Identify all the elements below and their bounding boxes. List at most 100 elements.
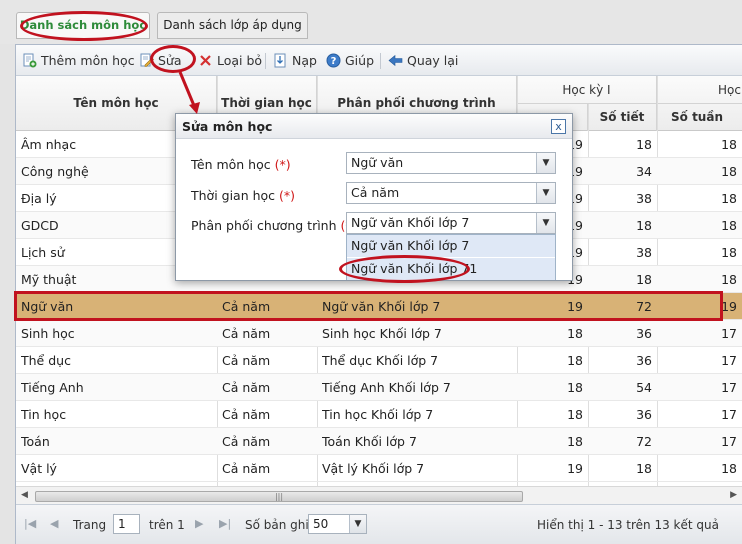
load-button[interactable]: Nạp bbox=[273, 51, 317, 71]
curriculum-value: Ngữ văn Khối lớp 7 bbox=[351, 215, 470, 230]
dialog-title: Sửa môn học bbox=[176, 114, 572, 139]
scrollbar-thumb[interactable]: ||| bbox=[35, 491, 523, 502]
cell-weeks1: 18 bbox=[567, 353, 583, 368]
back-button[interactable]: Quay lại bbox=[388, 51, 458, 71]
curriculum-dropdown-list: Ngữ văn Khối lớp 7 Ngữ văn Khối lớp 71 bbox=[346, 234, 556, 280]
chevron-down-icon[interactable]: ▼ bbox=[349, 515, 366, 533]
toolbar-separator bbox=[265, 53, 266, 69]
page-size-select[interactable]: 50 ▼ bbox=[308, 514, 367, 534]
table-row[interactable]: Toán Cả năm Toán Khối lớp 7 18 72 17 bbox=[16, 428, 742, 455]
cell-plan: Ngữ văn Khối lớp 7 bbox=[322, 299, 441, 314]
cell-weeks1: 18 bbox=[567, 434, 583, 449]
cell-lessons1: 18 bbox=[636, 272, 652, 287]
delete-x-icon bbox=[200, 55, 211, 66]
prev-page-icon[interactable]: ◀ bbox=[50, 517, 58, 530]
back-arrow-icon bbox=[388, 54, 403, 67]
cell-weeks2: 17 bbox=[721, 407, 737, 422]
cell-plan: Tin học Khối lớp 7 bbox=[322, 407, 434, 422]
cell-time: Cả năm bbox=[222, 434, 271, 449]
import-icon bbox=[274, 53, 286, 68]
table-row[interactable]: Tin học Cả năm Tin học Khối lớp 7 18 36 17 bbox=[16, 401, 742, 428]
table-row[interactable]: Tiếng Anh Cả năm Tiếng Anh Khối lớp 7 18 54 1… bbox=[16, 374, 742, 401]
col-weeks2-header[interactable]: Số tuần bbox=[657, 104, 742, 131]
page-total-label: trên 1 bbox=[149, 518, 185, 532]
curriculum-label: Phân phối chương trình (*) bbox=[191, 218, 357, 233]
help-label: Giúp bbox=[345, 53, 375, 68]
curriculum-select[interactable]: Ngữ văn Khối lớp 7 ▼ bbox=[346, 212, 556, 234]
add-subject-button[interactable]: Thêm môn học bbox=[22, 51, 135, 71]
cell-weeks1: 18 bbox=[567, 380, 583, 395]
table-row[interactable]: Thể dục Cả năm Thể dục Khối lớp 7 18 36 17 bbox=[16, 347, 742, 374]
cell-lessons1: 72 bbox=[636, 434, 652, 449]
cell-weeks2: 18 bbox=[721, 461, 737, 476]
dropdown-option[interactable]: Ngữ văn Khối lớp 71 bbox=[347, 258, 555, 280]
edit-subject-dialog: Sửa môn học x Tên môn học (*) Ngữ văn ▼ … bbox=[175, 113, 573, 281]
cell-weeks2: 19 bbox=[721, 299, 737, 314]
cell-weeks2: 18 bbox=[721, 245, 737, 260]
page-label: Trang bbox=[73, 518, 107, 532]
cell-time: Cả năm bbox=[222, 299, 271, 314]
cell-lessons1: 18 bbox=[636, 218, 652, 233]
cell-time: Cả năm bbox=[222, 461, 271, 476]
tab-subject-list[interactable]: Danh sách môn học bbox=[16, 12, 150, 39]
next-page-icon[interactable]: ▶ bbox=[195, 517, 203, 530]
chevron-down-icon[interactable]: ▼ bbox=[536, 213, 555, 233]
semester2-header: Học bbox=[657, 76, 742, 104]
toolbar-separator bbox=[380, 53, 381, 69]
page-size-label: Số bản ghi bbox=[245, 518, 309, 532]
cell-lessons1: 18 bbox=[636, 461, 652, 476]
remove-button[interactable]: Loại bỏ bbox=[198, 51, 262, 71]
table-row[interactable]: Ngữ văn Cả năm Ngữ văn Khối lớp 7 19 72 19 bbox=[16, 293, 742, 320]
cell-weeks2: 17 bbox=[721, 380, 737, 395]
toolbar: Thêm môn học Sửa Loại bỏ Nạp ? Giúp Quay … bbox=[16, 45, 742, 76]
cell-weeks2: 17 bbox=[721, 326, 737, 341]
cell-lessons1: 38 bbox=[636, 191, 652, 206]
cell-subject: Tin học bbox=[21, 407, 67, 422]
cell-plan: Sinh học Khối lớp 7 bbox=[322, 326, 442, 341]
last-page-icon[interactable]: ▶| bbox=[219, 517, 231, 530]
chevron-down-icon[interactable]: ▼ bbox=[536, 183, 555, 203]
cell-lessons1: 34 bbox=[636, 164, 652, 179]
study-time-select[interactable]: Cả năm ▼ bbox=[346, 182, 556, 204]
cell-lessons1: 38 bbox=[636, 245, 652, 260]
help-button[interactable]: ? Giúp bbox=[326, 51, 374, 71]
cell-lessons1: 36 bbox=[636, 326, 652, 341]
cell-subject: Tiếng Anh bbox=[21, 380, 84, 395]
dropdown-option[interactable]: Ngữ văn Khối lớp 7 bbox=[347, 235, 555, 257]
add-document-icon bbox=[23, 53, 37, 68]
cell-weeks2: 17 bbox=[721, 353, 737, 368]
first-page-icon[interactable]: |◀ bbox=[24, 517, 36, 530]
study-time-value: Cả năm bbox=[351, 185, 400, 200]
annotation-arrow bbox=[178, 71, 200, 114]
cell-subject: Vật lý bbox=[21, 461, 57, 476]
chevron-down-icon[interactable]: ▼ bbox=[536, 153, 555, 173]
edit-button[interactable]: Sửa bbox=[139, 51, 182, 71]
study-time-label: Thời gian học (*) bbox=[191, 188, 296, 203]
tab-applied-classes[interactable]: Danh sách lớp áp dụng bbox=[157, 12, 308, 39]
edit-label: Sửa bbox=[158, 53, 182, 68]
semester1-header: Học kỳ I bbox=[517, 76, 657, 104]
cell-plan: Vật lý Khối lớp 7 bbox=[322, 461, 425, 476]
scroll-left-icon[interactable]: ◀ bbox=[21, 490, 28, 500]
back-label: Quay lại bbox=[407, 53, 459, 68]
cell-plan: Thể dục Khối lớp 7 bbox=[322, 353, 439, 368]
cell-time: Cả năm bbox=[222, 353, 271, 368]
edit-document-icon bbox=[140, 53, 154, 67]
load-label: Nạp bbox=[292, 53, 317, 68]
table-row[interactable]: Sinh học Cả năm Sinh học Khối lớp 7 18 36 17 bbox=[16, 320, 742, 347]
cell-time: Cả năm bbox=[222, 326, 271, 341]
svg-text:?: ? bbox=[331, 56, 337, 67]
cell-weeks1: 19 bbox=[567, 299, 583, 314]
cell-lessons1: 18 bbox=[636, 137, 652, 152]
close-icon[interactable]: x bbox=[551, 119, 566, 134]
pagination-bar: |◀ ◀ Trang 1 trên 1 ▶ ▶| Số bản ghi 50 ▼… bbox=[16, 504, 742, 544]
col-lessons1-header[interactable]: Số tiết bbox=[588, 104, 657, 131]
cell-subject: Sinh học bbox=[21, 326, 75, 341]
scroll-right-icon[interactable]: ▶ bbox=[730, 490, 737, 500]
table-row[interactable]: Vật lý Cả năm Vật lý Khối lớp 7 19 18 18 bbox=[16, 455, 742, 482]
subject-name-select[interactable]: Ngữ văn ▼ bbox=[346, 152, 556, 174]
cell-lessons1: 36 bbox=[636, 353, 652, 368]
horizontal-scrollbar[interactable]: ◀ ||| ▶ bbox=[16, 486, 742, 504]
page-number-input[interactable]: 1 bbox=[113, 514, 140, 534]
cell-plan: Toán Khối lớp 7 bbox=[322, 434, 417, 449]
